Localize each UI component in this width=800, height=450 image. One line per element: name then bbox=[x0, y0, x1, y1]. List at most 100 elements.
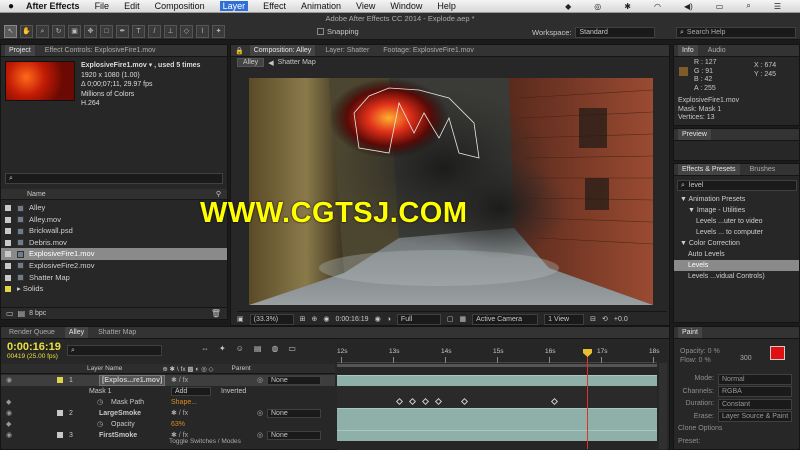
timeline-current-time[interactable]: 0:00:16:19 bbox=[7, 341, 61, 353]
view-layout-dropdown[interactable]: 1 View bbox=[544, 313, 585, 325]
stopwatch-icon[interactable]: ◷ bbox=[97, 397, 103, 408]
volume-icon[interactable]: ◀) bbox=[684, 2, 693, 11]
effects-tree-item[interactable]: ▼ Image - Utilities bbox=[674, 205, 799, 216]
puppet-tool-icon[interactable]: ✦ bbox=[212, 25, 225, 38]
effects-search-input[interactable]: ⌕ level bbox=[677, 180, 797, 191]
timeline-search-input[interactable]: ⌕ bbox=[67, 345, 162, 356]
tab-effect-controls[interactable]: Effect Controls: ExplosiveFire1.mov bbox=[41, 45, 160, 56]
parent-dropdown[interactable]: None bbox=[267, 409, 321, 418]
project-item[interactable]: ▸ Solids bbox=[1, 283, 227, 295]
label-color-icon[interactable] bbox=[5, 251, 11, 258]
graph-editor-icon[interactable]: ▭ bbox=[288, 344, 296, 353]
menu-effect[interactable]: Effect bbox=[263, 1, 286, 11]
layer-switches[interactable]: ✱ / fx bbox=[171, 375, 188, 386]
menu-help[interactable]: Help bbox=[437, 1, 456, 11]
comp-mini-flowchart-icon[interactable]: ⇔ bbox=[201, 344, 209, 353]
parent-pickwhip-icon[interactable]: ◎ bbox=[257, 430, 263, 441]
battery-icon[interactable]: ▭ bbox=[716, 2, 724, 11]
property-track[interactable] bbox=[337, 419, 657, 430]
stopwatch-icon[interactable]: ◷ bbox=[97, 419, 103, 430]
clone-options-header[interactable]: Clone Options bbox=[678, 423, 792, 436]
paint-mode-dropdown[interactable]: Normal bbox=[718, 373, 792, 385]
visibility-eye-icon[interactable]: ◉ bbox=[6, 375, 12, 386]
effects-tree-item[interactable]: ▼ Animation Presets bbox=[674, 194, 799, 205]
camera-dropdown[interactable]: Active Camera bbox=[472, 313, 539, 325]
bpc-label[interactable]: 8 bpc bbox=[29, 310, 46, 317]
timeline-property-row[interactable]: Mask 1 Add Inverted bbox=[1, 386, 335, 397]
project-search-input[interactable]: ⌕ bbox=[5, 173, 223, 184]
menu-view[interactable]: View bbox=[356, 1, 375, 11]
effects-tree-item[interactable]: Levels ... to computer bbox=[674, 227, 799, 238]
search-help-field[interactable]: ⌕ Search Help bbox=[676, 27, 796, 38]
property-track[interactable] bbox=[337, 386, 657, 397]
frame-blend-icon[interactable]: ▤ bbox=[254, 344, 262, 353]
trash-icon[interactable]: 🗑 bbox=[211, 309, 221, 318]
region-icon[interactable]: ▢ bbox=[447, 315, 454, 323]
timeline-layer-row[interactable]: ◉ 3 FirstSmoke ✱ / fx ◎ None bbox=[1, 430, 335, 441]
keyframe-nav-icon[interactable]: ◆ bbox=[6, 397, 11, 408]
label-color-icon[interactable] bbox=[5, 286, 11, 293]
tab-paint[interactable]: Paint bbox=[678, 327, 702, 338]
dropbox-icon[interactable]: ◆ bbox=[565, 2, 571, 11]
tab-effects-presets[interactable]: Effects & Presets bbox=[678, 164, 740, 175]
wifi-icon[interactable]: ◠ bbox=[654, 2, 661, 11]
menu-edit[interactable]: Edit bbox=[124, 1, 140, 11]
mask-mode-dropdown[interactable]: Add bbox=[171, 387, 211, 396]
paint-flow[interactable]: Flow: 0 % bbox=[680, 356, 720, 365]
layer-name[interactable]: LargeSmoke bbox=[99, 408, 141, 419]
keyframe-icon[interactable] bbox=[434, 397, 443, 406]
project-item[interactable]: ExplosiveFire1.mov bbox=[1, 248, 227, 260]
snapping-toggle[interactable]: Snapping bbox=[317, 27, 359, 36]
new-folder-icon[interactable]: ▤ bbox=[18, 309, 26, 318]
label-color-icon[interactable] bbox=[5, 262, 11, 269]
layer-label-color-icon[interactable] bbox=[57, 377, 63, 383]
project-item[interactable]: Brickwall.psd bbox=[1, 225, 227, 237]
workspace-dropdown[interactable]: Standard bbox=[575, 27, 656, 38]
rotate-tool-icon[interactable]: ↻ bbox=[52, 25, 65, 38]
property-value[interactable]: 63% bbox=[171, 419, 185, 430]
property-name[interactable]: Opacity bbox=[111, 419, 135, 430]
spotlight-icon[interactable]: ⌕ bbox=[746, 1, 750, 11]
composition-viewer[interactable] bbox=[249, 78, 653, 305]
effects-tree-item[interactable]: Levels ...vidual Controls) bbox=[674, 271, 799, 282]
type-tool-icon[interactable]: T bbox=[132, 25, 145, 38]
parent-dropdown[interactable]: None bbox=[267, 376, 321, 385]
timeline-scrollbar[interactable] bbox=[659, 363, 667, 449]
menu-layer[interactable]: Layer bbox=[219, 1, 249, 11]
keyframe-icon[interactable] bbox=[550, 397, 559, 406]
toggle-switches-modes[interactable]: Toggle Switches / Modes bbox=[169, 438, 241, 445]
motion-blur-icon[interactable]: ◍ bbox=[271, 344, 278, 353]
pen-tool-icon[interactable]: ✒ bbox=[116, 25, 129, 38]
layer-label-color-icon[interactable] bbox=[57, 432, 63, 438]
playhead[interactable] bbox=[587, 349, 588, 449]
property-name[interactable]: Mask 1 bbox=[89, 386, 112, 397]
notifications-icon[interactable]: ☰ bbox=[774, 2, 781, 11]
parent-dropdown[interactable]: None bbox=[267, 431, 321, 440]
tab-audio[interactable]: Audio bbox=[704, 45, 730, 56]
camera-tool-icon[interactable]: ▣ bbox=[68, 25, 81, 38]
label-color-icon[interactable] bbox=[5, 274, 11, 281]
timeline-property-row[interactable]: ◆ Mask Path Shape... ◷ bbox=[1, 397, 335, 408]
snapping-checkbox[interactable] bbox=[317, 28, 324, 35]
tab-brushes[interactable]: Brushes bbox=[746, 164, 780, 175]
snapshot-icon[interactable]: ◉ bbox=[375, 315, 381, 323]
mask-tool-icon[interactable]: □ bbox=[100, 25, 113, 38]
paint-erase-dropdown[interactable]: Layer Source & Paint bbox=[718, 411, 792, 423]
layer-duration-bar[interactable] bbox=[337, 375, 657, 386]
layer-name-header[interactable]: Layer Name bbox=[87, 365, 122, 372]
hand-tool-icon[interactable]: ✋ bbox=[20, 25, 33, 38]
tab-info[interactable]: Info bbox=[678, 45, 698, 56]
layer-switches[interactable]: ✱ / fx bbox=[171, 408, 188, 419]
project-item[interactable]: ExplosiveFire2.mov bbox=[1, 260, 227, 272]
visibility-eye-icon[interactable]: ◉ bbox=[6, 430, 12, 441]
breadcrumb-alley[interactable]: Alley bbox=[237, 58, 265, 67]
keyframe-icon[interactable] bbox=[421, 397, 430, 406]
zoom-tool-icon[interactable]: ⌕ bbox=[36, 25, 49, 38]
always-preview-icon[interactable]: ▣ bbox=[237, 315, 244, 323]
clone-tool-icon[interactable]: ⊥ bbox=[164, 25, 177, 38]
mask-visibility-icon[interactable]: ⊕ bbox=[312, 315, 318, 323]
paint-opacity[interactable]: Opacity: 0 % bbox=[680, 347, 720, 356]
tab-footage[interactable]: Footage: ExplosiveFire1.mov bbox=[379, 45, 478, 56]
reset-exposure-icon[interactable]: ⟲ bbox=[602, 315, 608, 323]
work-area-bar[interactable] bbox=[337, 364, 657, 367]
